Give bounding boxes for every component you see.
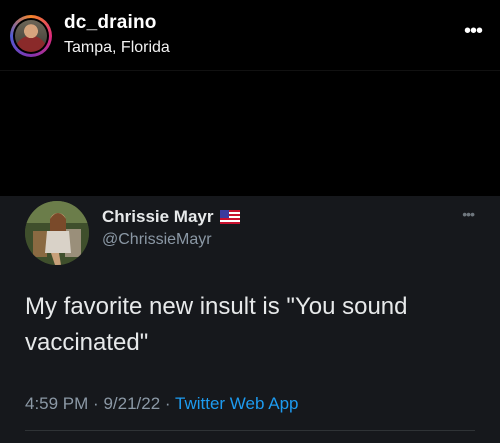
- us-flag-icon: [219, 210, 240, 229]
- tweet-display-name: Chrissie Mayr: [102, 207, 214, 226]
- tweet-handle: @ChrissieMayr: [102, 231, 212, 248]
- header-divider: [0, 70, 500, 71]
- tweet-avatar: [25, 201, 89, 265]
- post-username[interactable]: dc_draino: [64, 12, 157, 34]
- more-dots-icon: •••: [463, 20, 483, 42]
- tweet-time: 4:59 PM: [25, 394, 89, 413]
- tweet-divider: [25, 430, 475, 431]
- tweet-date: 9/21/22: [103, 394, 161, 413]
- tweet-avatar-photo: [25, 201, 89, 265]
- post-header: dc_draino Tampa, Florida •••: [0, 0, 500, 68]
- tweet-text: My favorite new insult is "You sound vac…: [25, 293, 408, 356]
- post-location[interactable]: Tampa, Florida: [64, 39, 170, 57]
- instagram-post-screen: dc_draino Tampa, Florida ••• Chrissie Ma…: [0, 0, 500, 443]
- profile-photo: [15, 20, 47, 52]
- tweet-meta-separator: ·: [164, 394, 171, 413]
- more-options-button[interactable]: •••: [460, 21, 486, 41]
- profile-avatar[interactable]: [10, 15, 52, 57]
- tweet-source-link: Twitter Web App: [175, 394, 299, 413]
- tweet-more-icon: •••: [462, 206, 475, 222]
- tweet-screenshot: Chrissie Mayr @ChrissieMayr ••• My favor…: [0, 196, 500, 443]
- tweet-author-row: Chrissie Mayr: [102, 207, 240, 229]
- tweet-meta-separator: ·: [93, 394, 99, 413]
- tweet-metadata: 4:59 PM · 9/21/22 · Twitter Web App: [25, 394, 298, 414]
